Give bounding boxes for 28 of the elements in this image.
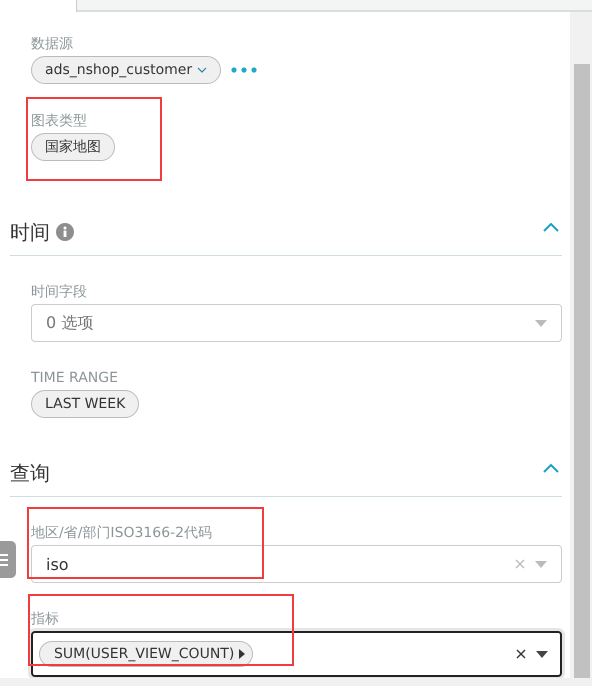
field-label: 地区/省/部门ISO3166-2代码 [31, 524, 214, 543]
chevron-icon[interactable] [542, 221, 560, 233]
scrollbar-thumb[interactable] [574, 64, 590, 678]
field-label: 图表类型 [31, 112, 88, 131]
more-icon[interactable] [231, 67, 258, 73]
list-icon [0, 552, 8, 568]
side-handle[interactable] [0, 541, 16, 578]
info-icon[interactable] [56, 223, 74, 241]
clear-icon[interactable] [516, 649, 526, 659]
dropdown-icon[interactable] [536, 650, 548, 658]
select-field[interactable]: SUM(USER_VIEW_COUNT) [31, 631, 562, 677]
chevron-icon[interactable] [542, 462, 560, 474]
field-label: 数据源 [31, 35, 74, 54]
select-placeholder: 0 选项 [46, 312, 94, 334]
scrollbar-track[interactable] [0, 678, 592, 686]
datasource-chip[interactable]: ads_nshop_customer [31, 56, 222, 84]
chart-type-chip[interactable]: 国家地图 [31, 133, 115, 161]
metric-tag[interactable]: SUM(USER_VIEW_COUNT) [39, 641, 254, 667]
field-label: 指标 [31, 610, 60, 629]
section-title: 查询 [10, 460, 50, 486]
select-value: iso [46, 554, 69, 574]
select-field[interactable]: 0 选项 [31, 304, 562, 342]
caret-icon [197, 67, 208, 73]
time-range-chip[interactable]: LAST WEEK [31, 390, 140, 418]
field-label: 时间字段 [31, 283, 88, 302]
section-title: 时间 [10, 218, 50, 246]
field-label: TIME RANGE [31, 369, 119, 388]
caret-icon [239, 649, 246, 659]
